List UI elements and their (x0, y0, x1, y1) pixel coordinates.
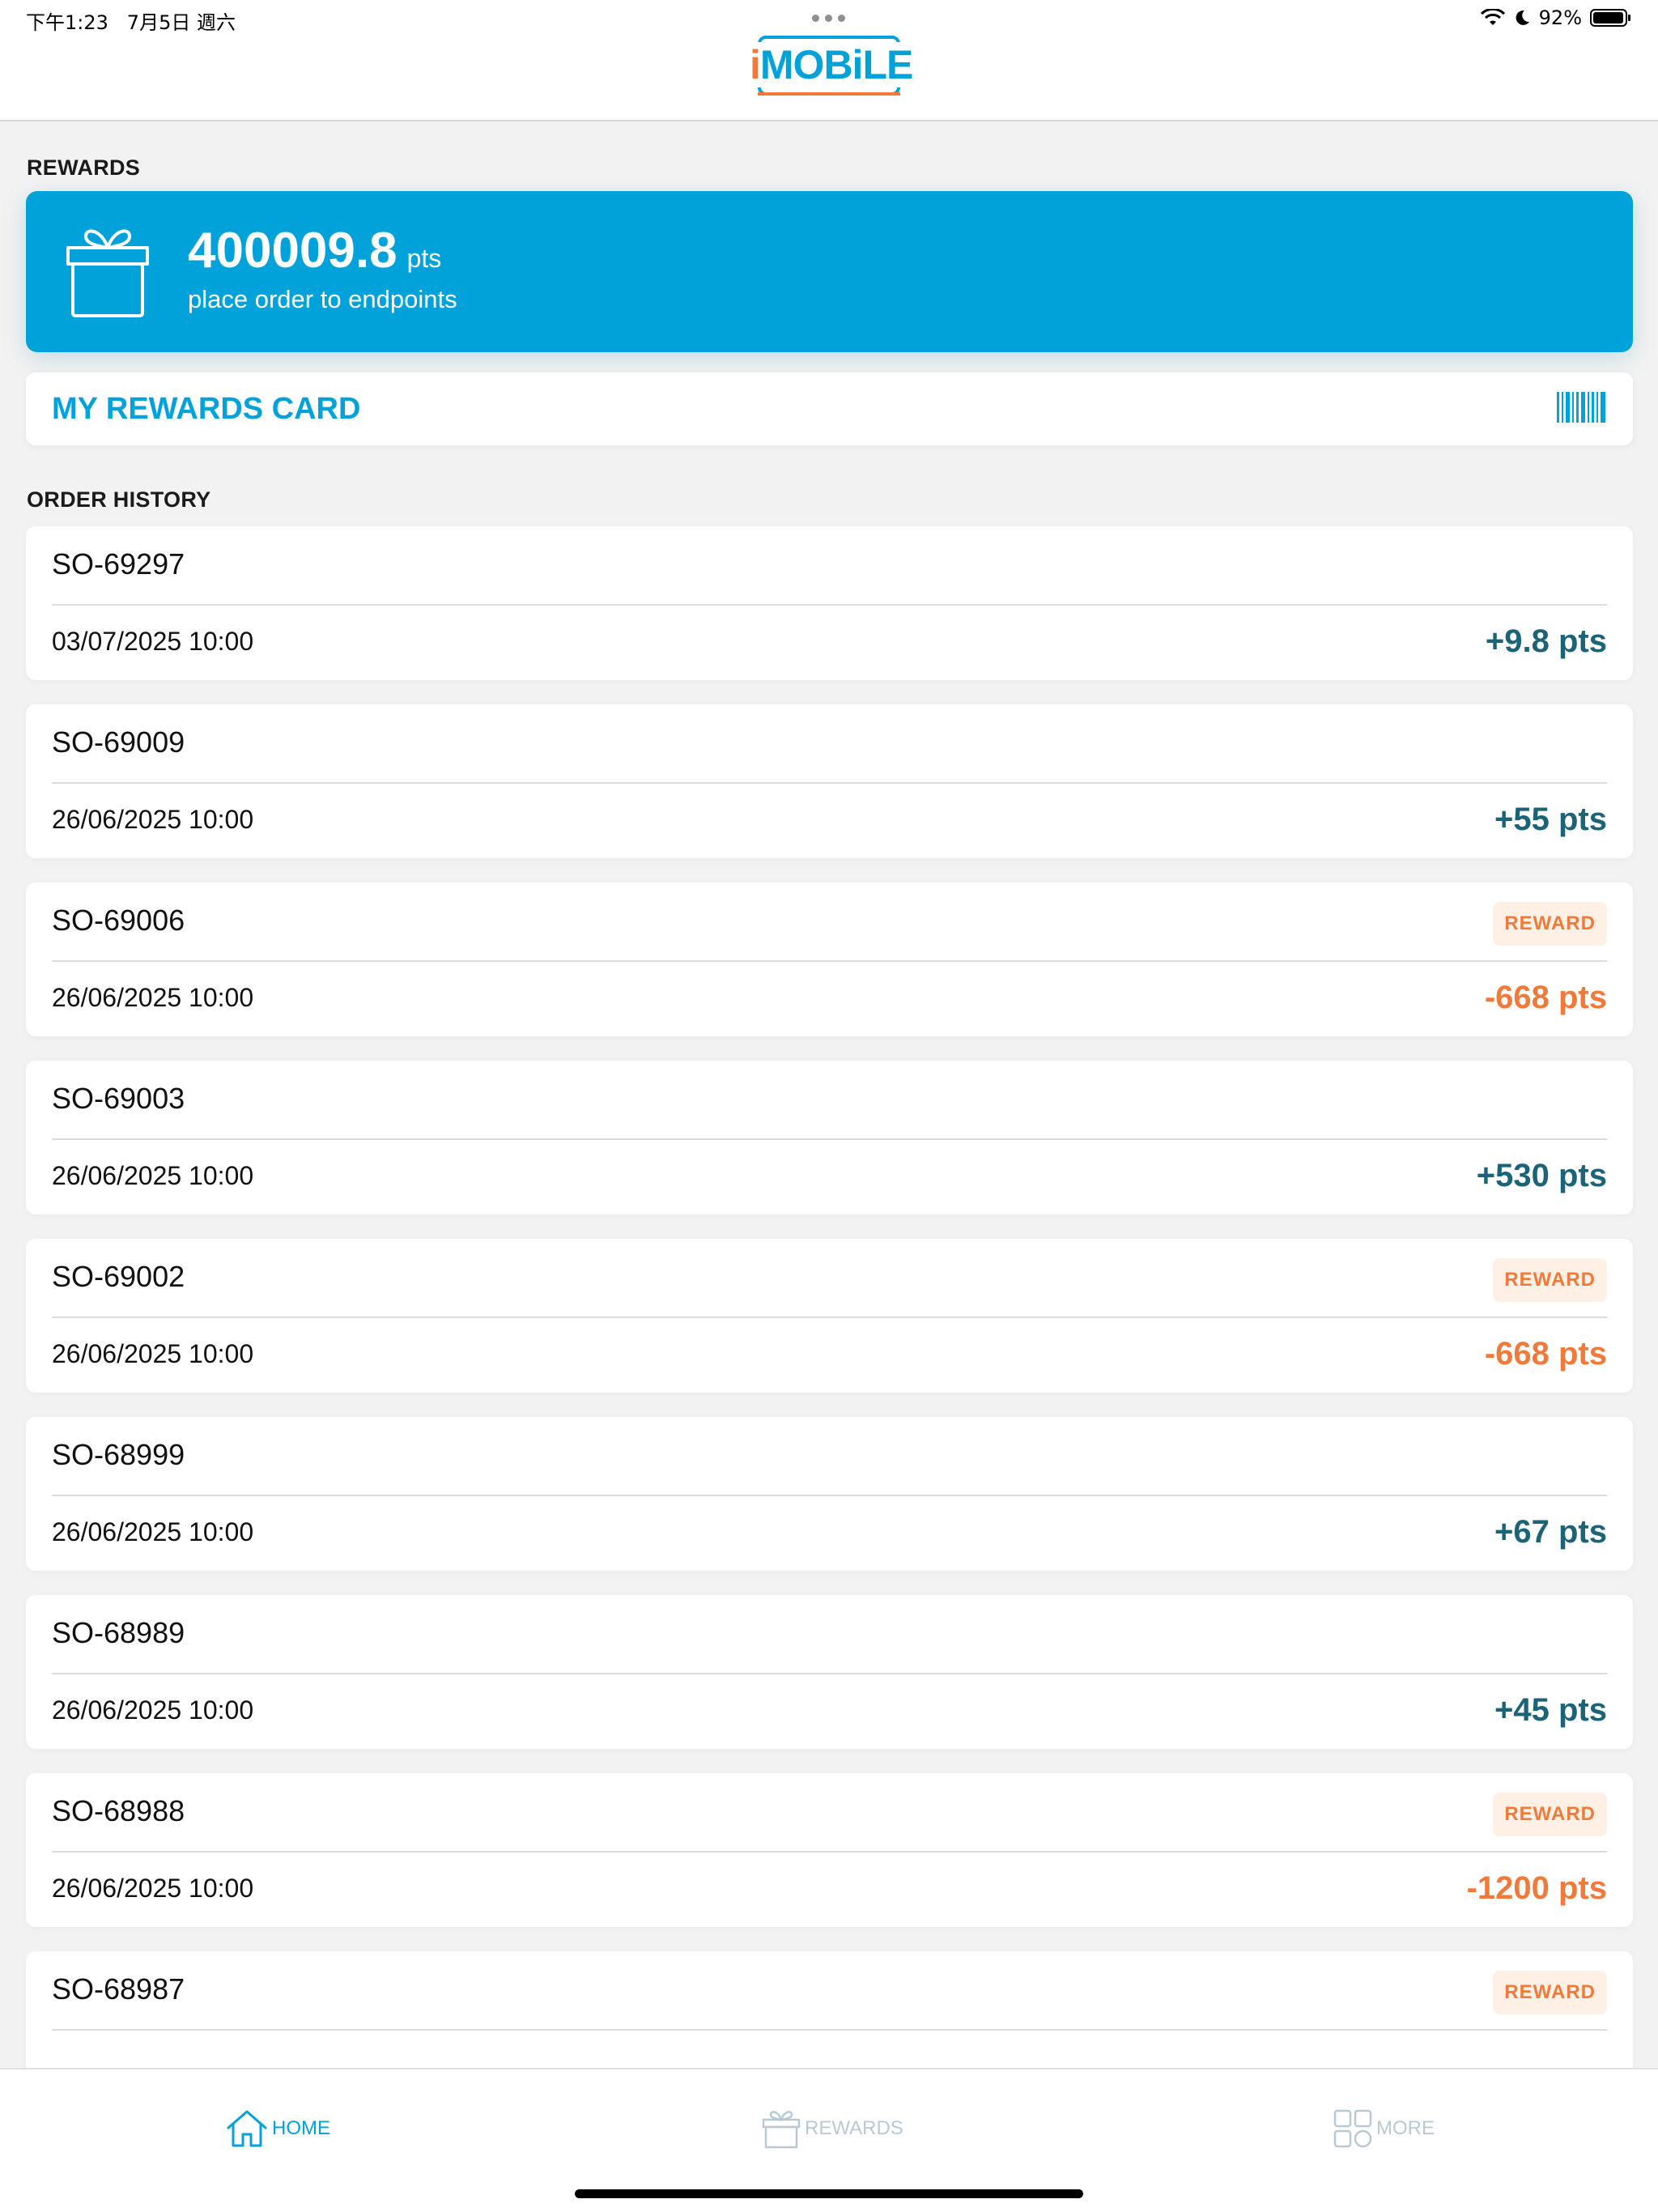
app-logo: iMOBiLE (746, 32, 913, 97)
order-date: 26/06/2025 10:00 (52, 983, 254, 1012)
rewards-section-label: REWARDS (27, 155, 141, 180)
reward-badge: REWARD (1493, 902, 1607, 946)
logo-prefix: i (750, 42, 761, 87)
order-id: SO-68989 (52, 1616, 185, 1649)
battery-percent: 92% (1538, 6, 1582, 29)
order-points: -1200 pts (1466, 1870, 1607, 1906)
gift-tab-icon (762, 2111, 801, 2149)
grid-icon (1333, 2109, 1372, 2148)
order-row[interactable]: SO-69006 REWARD 26/06/2025 10:00 -668 pt… (26, 883, 1633, 1036)
tab-more[interactable]: MORE (1333, 2108, 1435, 2149)
divider (52, 1495, 1607, 1496)
status-date-text: 7月5日 週六 (126, 11, 236, 34)
order-id: SO-69003 (52, 1082, 185, 1115)
reward-badge: REWARD (1493, 1971, 1607, 2014)
order-id: SO-68988 (52, 1794, 185, 1827)
order-id: SO-69002 (52, 1260, 185, 1293)
divider (52, 960, 1607, 962)
tab-rewards[interactable]: REWARDS (761, 2108, 903, 2149)
points-balance: 400009.8 (188, 223, 397, 279)
gift-icon (66, 229, 149, 317)
order-id: SO-68987 (52, 1972, 185, 2006)
wifi-icon (1480, 9, 1505, 25)
order-points: +530 pts (1476, 1158, 1607, 1193)
order-row[interactable]: SO-69009 26/06/2025 10:00 +55 pts (26, 704, 1633, 858)
multitask-grabber[interactable] (812, 15, 845, 22)
order-id: SO-69297 (52, 547, 185, 581)
status-time: 下午1:23 7月5日 週六 (26, 6, 236, 35)
home-indicator[interactable] (575, 2189, 1083, 2198)
order-row[interactable]: SO-69297 03/07/2025 10:00 +9.8 pts (26, 526, 1633, 680)
order-date: 03/07/2025 10:00 (52, 627, 254, 656)
order-points: +9.8 pts (1485, 623, 1607, 659)
order-points: +45 pts (1494, 1692, 1607, 1728)
reward-badge: REWARD (1493, 1258, 1607, 1302)
order-id: SO-68999 (52, 1438, 185, 1471)
divider (52, 1317, 1607, 1318)
divider (52, 782, 1607, 784)
tab-home-label: HOME (272, 2117, 330, 2139)
top-bar: 下午1:23 7月5日 週六 92% iMOBiLE (0, 0, 1658, 121)
logo-text: MOBiLE (759, 42, 913, 87)
order-date: 26/06/2025 10:00 (52, 1695, 254, 1725)
order-row[interactable]: SO-68988 REWARD 26/06/2025 10:00 -1200 p… (26, 1773, 1633, 1927)
status-time-text: 下午1:23 (26, 11, 108, 34)
order-row[interactable]: SO-68999 26/06/2025 10:00 +67 pts (26, 1417, 1633, 1571)
tab-home[interactable]: HOME (225, 2108, 330, 2149)
divider (52, 2029, 1607, 2031)
divider (52, 604, 1607, 606)
order-date: 26/06/2025 10:00 (52, 1161, 254, 1190)
order-points: +55 pts (1494, 802, 1607, 837)
battery-icon (1590, 9, 1630, 27)
order-date: 26/06/2025 10:00 (52, 1517, 254, 1546)
order-row[interactable]: SO-69003 26/06/2025 10:00 +530 pts (26, 1061, 1633, 1214)
divider (52, 1138, 1607, 1140)
order-points: -668 pts (1484, 980, 1607, 1015)
divider (52, 1851, 1607, 1853)
home-icon (227, 2110, 267, 2147)
order-history-label: ORDER HISTORY (27, 487, 211, 512)
order-date: 26/06/2025 10:00 (52, 1339, 254, 1368)
divider (52, 1673, 1607, 1674)
order-row[interactable]: SO-69002 REWARD 26/06/2025 10:00 -668 pt… (26, 1239, 1633, 1393)
order-date: 26/06/2025 10:00 (52, 1874, 254, 1903)
order-id: SO-69006 (52, 904, 185, 937)
tab-more-label: MORE (1376, 2117, 1435, 2139)
points-unit: pts (406, 244, 442, 273)
my-rewards-card-button[interactable]: MY REWARDS CARD (26, 372, 1633, 445)
reward-badge: REWARD (1493, 1793, 1607, 1836)
points-subtitle: place order to endpoints (188, 285, 457, 313)
barcode-icon (1557, 392, 1605, 423)
order-row[interactable]: SO-68989 26/06/2025 10:00 +45 pts (26, 1595, 1633, 1749)
order-points: +67 pts (1494, 1514, 1607, 1550)
order-id: SO-69009 (52, 725, 185, 759)
rewards-banner[interactable]: 400009.8 pts place order to endpoints (26, 191, 1633, 352)
order-date: 26/06/2025 10:00 (52, 805, 254, 834)
tab-rewards-label: REWARDS (805, 2117, 903, 2139)
rewards-card-label: MY REWARDS CARD (52, 392, 361, 426)
moon-icon (1516, 10, 1529, 25)
order-points: -668 pts (1484, 1336, 1607, 1372)
status-indicators: 92% (1480, 6, 1632, 29)
